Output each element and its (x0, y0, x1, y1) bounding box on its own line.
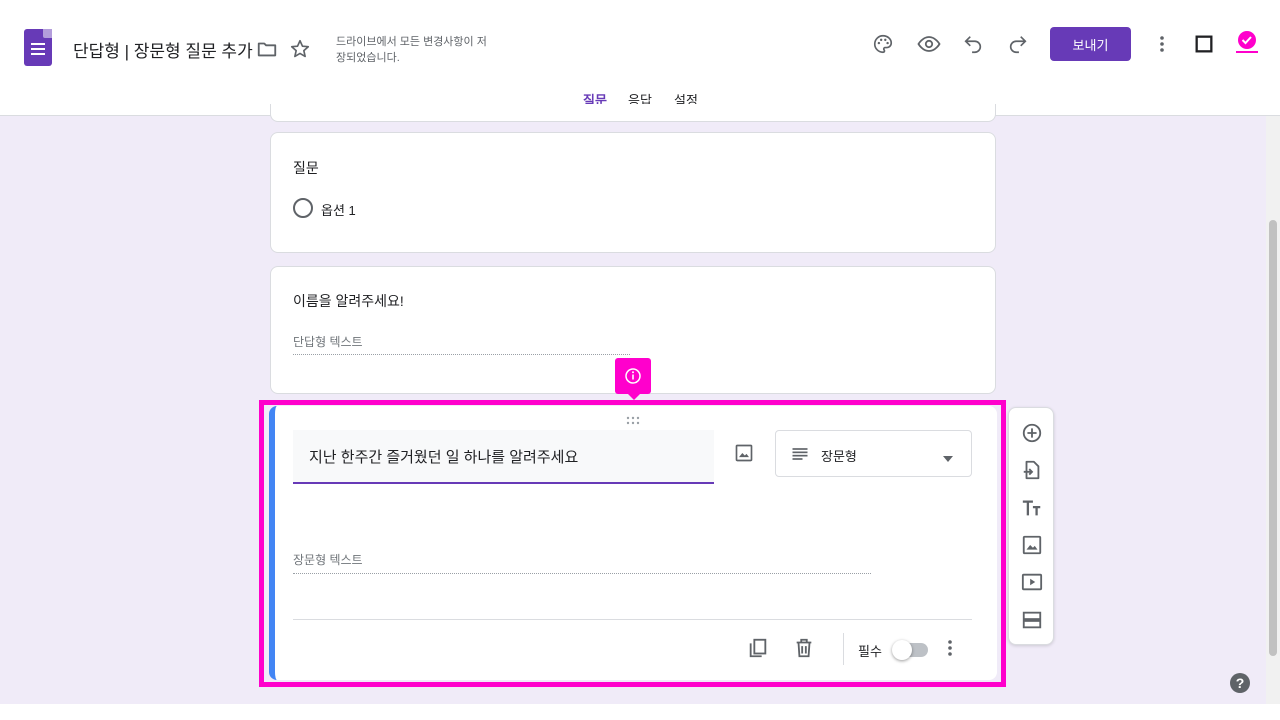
image-add-icon[interactable] (1020, 533, 1044, 557)
scrollbar[interactable] (1266, 116, 1280, 704)
app-header: 단답형 | 장문형 질문 추가 드라이브에서 모든 변경사항이 저장되었습니다.… (0, 0, 1280, 116)
delete-icon[interactable] (792, 636, 816, 660)
short-answer-placeholder: 단답형 텍스트 (293, 335, 363, 349)
more-vert-icon[interactable] (1150, 32, 1174, 56)
dropdown-arrow-icon (942, 450, 954, 468)
avatar[interactable] (1232, 28, 1262, 58)
palette-icon[interactable] (871, 32, 895, 56)
question-type-label: 장문형 (821, 449, 857, 464)
document-title[interactable]: 단답형 | 장문형 질문 추가 (73, 37, 253, 62)
image-icon[interactable] (732, 441, 756, 465)
folder-icon[interactable] (255, 37, 279, 61)
preview-eye-icon[interactable] (917, 32, 941, 56)
side-toolbar (1008, 407, 1054, 645)
answer-line (293, 354, 630, 355)
star-icon[interactable] (288, 37, 312, 61)
footer-separator (843, 633, 844, 665)
fullscreen-icon[interactable] (1192, 32, 1216, 56)
option-label: 옵션 1 (321, 203, 356, 218)
redo-icon[interactable] (1006, 32, 1030, 56)
question-card[interactable] (270, 132, 996, 253)
section-icon[interactable] (1020, 608, 1044, 632)
add-circle-icon[interactable] (1020, 421, 1044, 445)
short-text-icon (790, 444, 810, 469)
title-icon[interactable] (1020, 496, 1044, 520)
required-toggle-knob[interactable] (892, 640, 912, 660)
question-type-select[interactable]: 장문형 (775, 430, 972, 477)
scrollbar-thumb[interactable] (1269, 220, 1277, 656)
question-title: 이름을 알려주세요! (293, 293, 404, 309)
import-icon[interactable] (1020, 458, 1044, 482)
info-badge (615, 358, 651, 400)
more-vert-icon[interactable] (938, 636, 962, 660)
forms-logo-icon[interactable] (24, 29, 52, 66)
help-icon[interactable]: ? (1230, 673, 1250, 693)
question-title: 질문 (293, 160, 319, 176)
video-icon[interactable] (1020, 570, 1044, 594)
question-card-partial (270, 104, 996, 122)
save-status: 드라이브에서 모든 변경사항이 저장되었습니다. (336, 36, 487, 64)
send-button[interactable]: 보내기 (1050, 27, 1131, 61)
required-label: 필수 (858, 644, 882, 659)
question-title-input[interactable]: 지난 한주간 즐거웠던 일 하나를 알려주세요 (293, 430, 714, 484)
answer-line (293, 573, 871, 574)
copy-icon[interactable] (746, 636, 770, 660)
bottom-bar (0, 704, 1280, 720)
long-answer-placeholder: 장문형 텍스트 (293, 553, 363, 567)
radio-option (293, 198, 313, 218)
undo-icon[interactable] (961, 32, 985, 56)
drag-handle-icon[interactable] (625, 413, 641, 431)
card-divider (293, 619, 972, 620)
